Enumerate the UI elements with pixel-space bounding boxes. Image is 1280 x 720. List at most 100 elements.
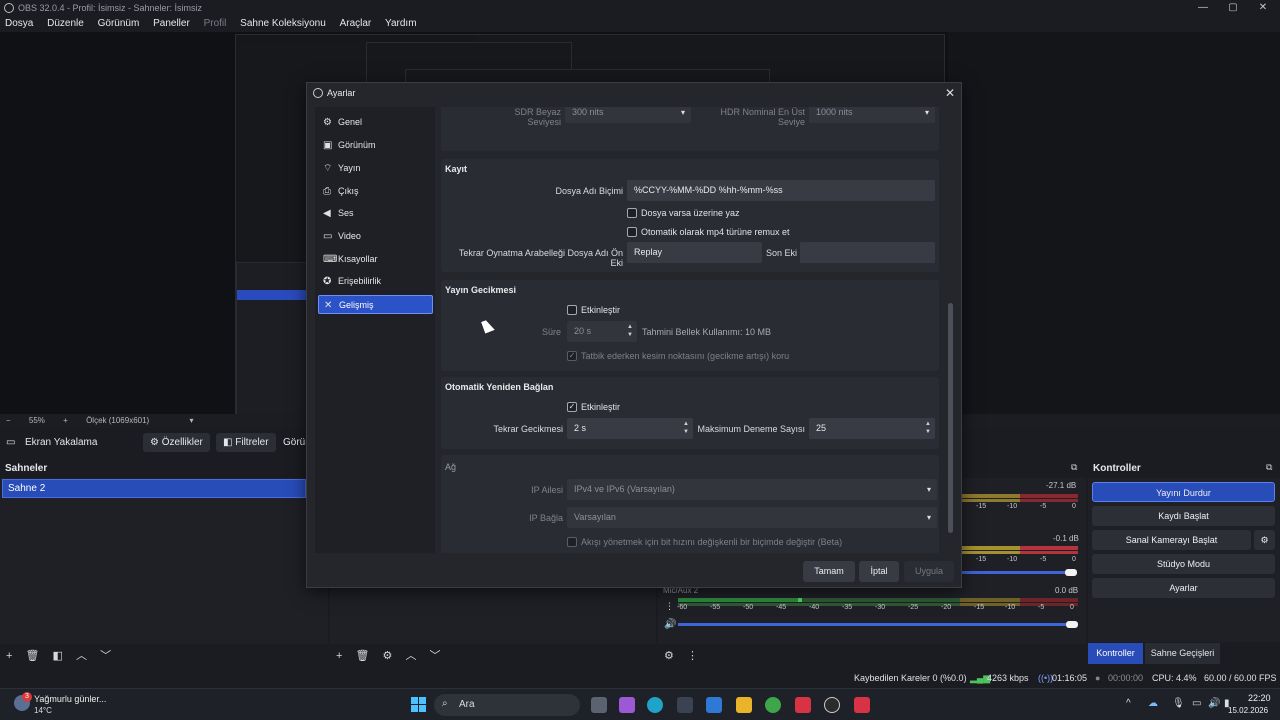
task-view-icon[interactable] [591,697,607,713]
nav-stream[interactable]: ⌔ Yayın [318,159,433,178]
settings-button[interactable]: Ayarlar [1092,578,1275,598]
menu-edit[interactable]: Düzenle [47,18,84,29]
scene-item[interactable]: Sahne 2 [2,479,306,498]
nav-output[interactable]: ⎙ Çıkış [318,182,433,201]
hdr-select[interactable]: 1000 nits ▾ [809,107,935,123]
volume-slider-2[interactable] [962,571,1068,574]
spin-arrows-icon[interactable]: ▲ ▼ [627,323,633,339]
menu-file[interactable]: Dosya [5,18,33,29]
taskbar-search[interactable]: ⌕ Ara [434,694,580,716]
microphone-icon[interactable]: 🎙 [1172,698,1185,709]
tab-scene-transitions[interactable]: Sahne Geçişleri [1145,643,1220,664]
nav-video[interactable]: ▭ Video [318,227,433,246]
cloud-icon[interactable]: ☁ [1148,698,1158,709]
duration-spinbox[interactable]: 20 s ▲ ▼ [567,321,637,342]
menu-scene-collection[interactable]: Sahne Koleksiyonu [240,18,326,29]
menu-profile[interactable]: Profil [204,18,227,29]
overwrite-checkbox[interactable]: Dosya varsa üzerine yaz [627,207,740,219]
windows-start-icon[interactable] [411,697,427,713]
close-window-button[interactable]: ✕ [1248,0,1278,16]
add-icon[interactable]: + [6,650,12,662]
volume-icon[interactable]: 🔊 [1208,698,1220,709]
ip-family-select[interactable]: IPv4 ve IPv6 (Varsayılan) ▾ [567,479,937,500]
reconnect-enable-checkbox[interactable]: ✓ Etkinleştir [567,401,620,413]
chevron-up-icon[interactable]: ^ [1126,698,1131,709]
max-retries-spinbox[interactable]: 25 ▲ ▼ [809,418,935,439]
network-icon[interactable]: ▭ [1192,698,1201,709]
filename-input[interactable]: %CCYY-%MM-%DD %hh-%mm-%ss [627,180,935,201]
clock-time[interactable]: 22:20 [1248,693,1271,703]
gear-icon[interactable]: ⚙ [383,650,393,662]
zoom-out-icon[interactable]: − [6,416,11,425]
more-icon[interactable]: ⋮ [665,601,674,612]
undock-icon[interactable]: ⧉ [1071,462,1077,473]
speaker-icon[interactable]: 🔊 [664,619,676,630]
settings-scroll-thumb[interactable] [948,303,953,533]
trash-icon[interactable]: 🗑 [26,650,40,662]
bind-ip-select[interactable]: Varsayılan ▾ [567,507,937,528]
chevron-down-icon[interactable]: ▾ [189,416,193,425]
zoom-in-icon[interactable]: + [63,416,68,425]
trash-icon[interactable]: 🗑 [356,650,370,662]
tab-controls[interactable]: Kontroller [1088,643,1143,664]
undock-icon[interactable]: ⧉ [1266,462,1272,473]
filters-button[interactable]: ◧ Filtreler [216,433,276,452]
minimize-button[interactable]: — [1188,0,1218,16]
menu-tools[interactable]: Araçlar [340,18,372,29]
chevron-down-icon[interactable]: ﹀ [430,650,441,662]
chrome-icon[interactable] [765,697,781,713]
suffix-input[interactable] [800,242,935,263]
volume-knob-2[interactable] [1065,569,1077,576]
dynamic-bitrate-checkbox[interactable]: Akışı yönetmek için bit hızını değişkenl… [567,536,842,548]
preserve-cutpoint-checkbox[interactable]: ✓ Tatbik ederken kesim noktasını (gecikme… [567,350,789,362]
volume-slider-3[interactable] [678,623,1066,626]
copilot-icon[interactable] [619,697,635,713]
nav-accessibility[interactable]: ✪ Erişebilirlik [318,272,433,291]
file-explorer-icon[interactable] [736,697,752,713]
virtual-camera-settings-button[interactable]: ⚙ [1254,530,1275,550]
menu-view[interactable]: Görünüm [98,18,140,29]
more-icon[interactable]: ⋮ [687,650,698,662]
studio-mode-button[interactable]: Stüdyo Modu [1092,554,1275,574]
chevron-down-icon[interactable]: ﹀ [100,650,111,662]
nav-advanced[interactable]: ✕ Gelişmiş [318,295,433,314]
scenes-list[interactable] [0,478,328,644]
chevron-up-icon[interactable]: ︿ [405,650,416,662]
nav-appearance[interactable]: ▣ Görünüm [318,136,433,155]
retry-delay-spinbox[interactable]: 2 s ▲ ▼ [567,418,693,439]
add-icon[interactable]: + [336,650,342,662]
spin-arrows-icon[interactable]: ▲ ▼ [925,420,931,436]
start-recording-button[interactable]: Kaydı Başlat [1092,506,1275,526]
spin-arrows-icon[interactable]: ▲ ▼ [683,420,689,436]
nav-hotkeys[interactable]: ⌨ Kısayollar [318,250,433,269]
maximize-button[interactable]: ▢ [1218,0,1248,16]
volume-knob-3[interactable] [1066,621,1078,628]
stream-delay-enable-checkbox[interactable]: Etkinleştir [567,304,620,316]
gear-icon[interactable]: ⚙ [664,650,674,662]
store-icon[interactable] [677,697,693,713]
obs-taskbar-icon[interactable] [824,697,840,713]
apply-button[interactable]: Uygula [904,561,954,582]
clock-date[interactable]: 15.02.2026 [1228,706,1268,715]
close-icon[interactable]: ✕ [945,83,955,103]
menu-docks[interactable]: Paneller [153,18,190,29]
start-virtual-camera-button[interactable]: Sanal Kamerayı Başlat [1092,530,1251,550]
cancel-button[interactable]: İptal [859,561,899,582]
remux-checkbox[interactable]: Otomatik olarak mp4 türüne remux et [627,226,790,238]
mail-icon[interactable] [706,697,722,713]
weather-text[interactable]: Yağmurlu günler... [34,694,106,704]
sdr-select[interactable]: 300 nits ▾ [565,107,691,123]
app-red-icon[interactable] [795,697,811,713]
chevron-up-icon[interactable]: ︿ [76,650,87,662]
ok-button[interactable]: Tamam [803,561,855,582]
nav-general[interactable]: ⚙ Genel [318,113,433,132]
filter-icon[interactable]: ◧ [53,650,63,662]
scale-selector[interactable]: Ölçek (1069x601) [86,416,149,425]
properties-button[interactable]: ⚙ Özellikler [143,433,210,452]
app-red-2-icon[interactable] [854,697,870,713]
nav-audio[interactable]: ◀ Ses [318,204,433,223]
edge-icon[interactable] [647,697,663,713]
menu-help[interactable]: Yardım [385,18,417,29]
stop-stream-button[interactable]: Yayını Durdur [1092,482,1275,502]
replay-prefix-input[interactable]: Replay [627,242,762,263]
